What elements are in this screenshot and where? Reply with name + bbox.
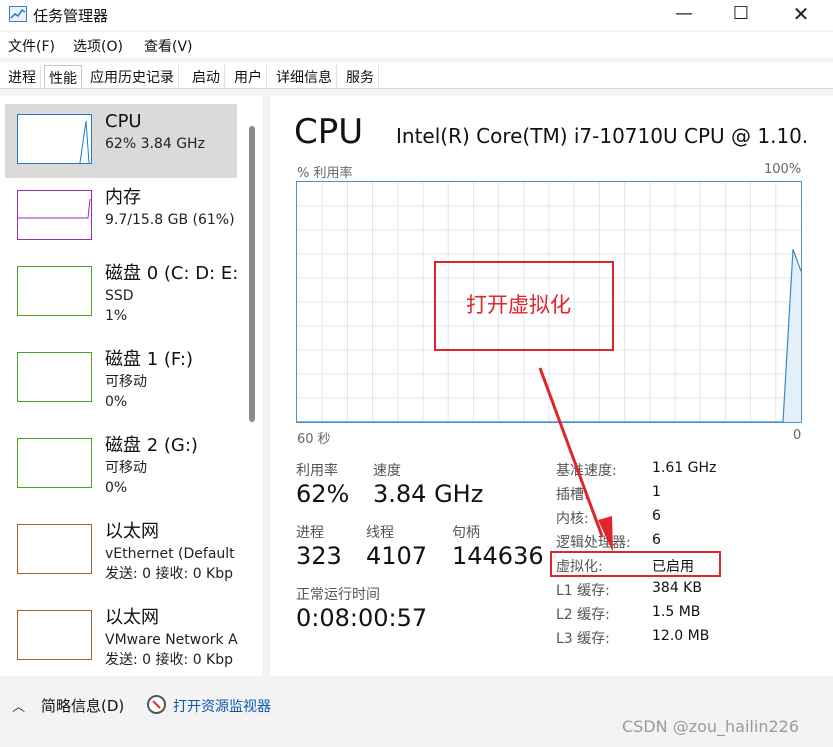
annotation-arrow xyxy=(538,367,613,552)
brief-info-button[interactable]: 简略信息(D) xyxy=(41,695,124,716)
watermark: CSDN @zou_hailin226 xyxy=(622,717,799,736)
chevron-up-icon[interactable]: ︿ xyxy=(12,696,25,715)
resource-monitor-icon[interactable] xyxy=(147,695,166,714)
footer-bar xyxy=(0,680,833,747)
open-resource-monitor-link[interactable]: 打开资源监视器 xyxy=(173,696,271,716)
